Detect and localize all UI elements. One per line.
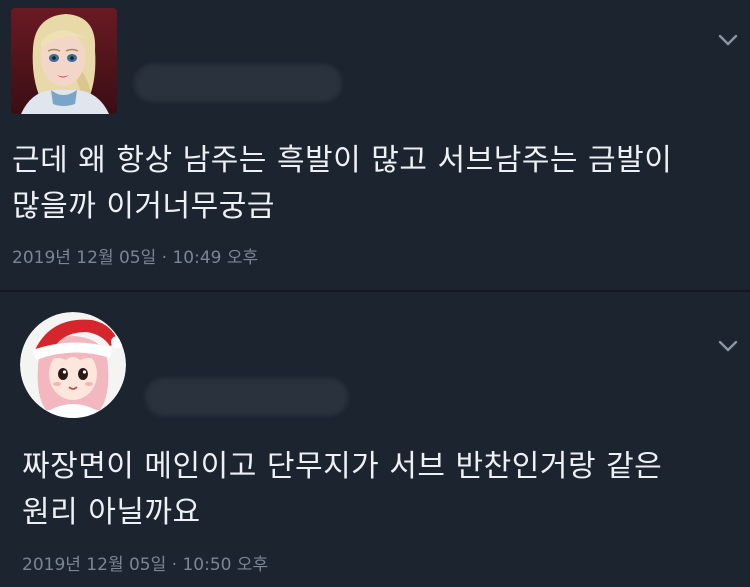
avatar[interactable] xyxy=(20,312,126,418)
tweet-text-line: 근데 왜 항상 남주는 흑발이 많고 서브남주는 금발이 xyxy=(12,143,673,178)
author-name-redacted xyxy=(145,378,348,416)
avatar[interactable] xyxy=(11,8,117,114)
tweet-text: 근데 왜 항상 남주는 흑발이 많고 서브남주는 금발이 많을까 이거너무궁금 xyxy=(12,138,672,230)
santa-hat-girl-avatar-icon xyxy=(20,312,126,418)
elsa-avatar-icon xyxy=(11,8,117,114)
tweet-text: 짜장면이 메인이고 단무지가 서브 반찬인거랑 같은 원리 아닐까요 xyxy=(22,444,662,536)
timestamp[interactable]: 2019년 12월 05일 · 10:49 오후 xyxy=(12,243,258,268)
tweet-text-line: 짜장면이 메인이고 단무지가 서브 반찬인거랑 같은 xyxy=(22,449,663,484)
author-name-redacted xyxy=(134,64,342,102)
tweet-text-line: 많을까 이거너무궁금 xyxy=(12,189,275,224)
timestamp[interactable]: 2019년 12월 05일 · 10:50 오후 xyxy=(22,550,268,575)
chevron-down-icon[interactable] xyxy=(718,338,738,352)
tweet-card[interactable]: 짜장면이 메인이고 단무지가 서브 반찬인거랑 같은 원리 아닐까요 2019년… xyxy=(0,292,750,587)
tweet-text-line: 원리 아닐까요 xyxy=(22,495,201,530)
tweet-card[interactable]: 근데 왜 항상 남주는 흑발이 많고 서브남주는 금발이 많을까 이거너무궁금 … xyxy=(0,0,750,290)
chevron-down-icon[interactable] xyxy=(718,32,738,46)
